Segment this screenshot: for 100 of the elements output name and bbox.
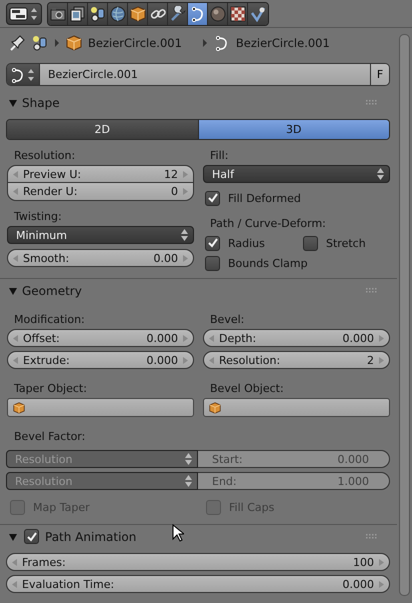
decrement-arrow-icon[interactable] [13, 356, 18, 364]
scrollbar-thumb[interactable] [399, 34, 410, 596]
separator-arrow-icon [54, 39, 60, 47]
number-field[interactable]: Smooth: 0.00 [7, 249, 194, 267]
mouse-cursor-icon [172, 524, 184, 542]
number-field[interactable]: Depth: 0.000 [203, 329, 390, 347]
checkbox[interactable] [205, 256, 220, 270]
curve-data-name: BezierCircle.001 [236, 36, 330, 50]
section-label: Bevel: [209, 312, 246, 328]
checker-icon [230, 6, 246, 22]
context-tab[interactable] [188, 2, 208, 24]
twisting-dropdown[interactable]: Minimum [7, 226, 194, 244]
increment-arrow-icon[interactable] [379, 356, 384, 364]
increment-arrow-icon[interactable] [183, 334, 188, 342]
camera-icon [50, 6, 66, 22]
fill-dropdown[interactable]: Half [203, 165, 390, 183]
checkbox[interactable] [303, 236, 318, 250]
checkbox[interactable] [24, 529, 39, 544]
up-down-arrows-icon [377, 168, 384, 180]
number-field[interactable]: Render U: 0 [7, 183, 194, 201]
decrement-arrow-icon[interactable] [13, 334, 18, 342]
number-field[interactable]: Extrude: 0.000 [7, 351, 194, 369]
panel-title[interactable]: Path Animation [45, 530, 362, 544]
section-label: Path / Curve-Deform: [209, 216, 327, 232]
increment-arrow-icon[interactable] [183, 254, 188, 262]
checkbox[interactable] [205, 190, 220, 206]
datablock-name-field[interactable]: BezierCircle.001 [39, 64, 370, 85]
up-down-arrows-icon [185, 453, 192, 465]
panel-title[interactable]: Shape [22, 96, 362, 110]
curve-icon [190, 6, 206, 22]
dimension-toggle[interactable]: 2D [7, 120, 198, 139]
cube-icon [13, 402, 25, 414]
object-field[interactable] [7, 398, 194, 417]
context-tab[interactable] [148, 2, 168, 24]
panel-title[interactable]: Geometry [22, 284, 362, 298]
decrement-arrow-icon[interactable] [12, 558, 17, 566]
decrement-arrow-icon[interactable] [13, 170, 18, 178]
decrement-arrow-icon[interactable] [13, 254, 18, 262]
context-tab[interactable] [228, 2, 248, 24]
curve-icon [10, 66, 36, 82]
pin-icon[interactable] [8, 34, 26, 52]
number-field[interactable]: Resolution: 2 [203, 351, 390, 369]
section-label: Twisting: [13, 209, 63, 225]
checkbox-label: Stretch [326, 236, 366, 250]
section-label: Modification: [13, 312, 86, 328]
curve-icon [214, 35, 230, 51]
number-field[interactable]: Evaluation Time: 0.000 [6, 575, 390, 593]
up-down-arrows-icon [181, 229, 188, 241]
checkbox-label: Map Taper [33, 500, 90, 514]
context-tab[interactable] [248, 2, 268, 24]
number-field[interactable]: Preview U: 12 [7, 165, 194, 183]
grip-icon[interactable] [366, 288, 378, 294]
increment-arrow-icon[interactable] [183, 170, 188, 178]
separator-arrow-icon [202, 39, 208, 47]
section-label: Taper Object: [13, 381, 88, 397]
cube-icon [66, 35, 82, 51]
increment-arrow-icon[interactable] [379, 334, 384, 342]
context-tab[interactable] [88, 2, 108, 24]
increment-arrow-icon[interactable] [379, 580, 384, 588]
increment-arrow-icon[interactable] [183, 356, 188, 364]
up-down-arrows-icon [185, 475, 192, 487]
checkbox-label: Radius [228, 236, 265, 250]
expand-icon[interactable] [8, 286, 18, 296]
editor-type-button[interactable] [6, 2, 42, 24]
context-tab[interactable] [168, 2, 188, 24]
expand-icon[interactable] [8, 532, 18, 542]
decrement-arrow-icon[interactable] [209, 334, 214, 342]
cube-icon [209, 402, 221, 414]
context-tab[interactable] [68, 2, 88, 24]
section-label: Fill: [209, 148, 230, 164]
shapes-icon [90, 6, 106, 22]
grip-icon[interactable] [366, 100, 378, 106]
fake-user-button[interactable]: F [370, 64, 389, 85]
editor-type-icon [9, 6, 39, 22]
expand-icon[interactable] [8, 98, 18, 108]
checkbox-label: Fill Deformed [228, 192, 301, 204]
grip-icon[interactable] [366, 534, 378, 540]
increment-arrow-icon[interactable] [379, 558, 384, 566]
checkbox[interactable] [205, 236, 220, 250]
object-field[interactable] [203, 398, 390, 417]
section-label: Bevel Factor: [13, 429, 86, 445]
dimension-toggle[interactable]: 3D [198, 120, 389, 139]
context-tab[interactable] [48, 2, 68, 24]
wrench-icon [170, 6, 186, 22]
number-field[interactable]: Frames: 100 [6, 553, 390, 571]
decrement-arrow-icon[interactable] [13, 188, 18, 195]
decrement-arrow-icon[interactable] [209, 356, 214, 364]
number-field[interactable]: Offset: 0.000 [7, 329, 194, 347]
shapes-icon [32, 35, 48, 51]
sphere-icon [210, 6, 226, 22]
context-tab[interactable] [108, 2, 128, 24]
increment-arrow-icon[interactable] [183, 188, 188, 195]
context-tab[interactable] [128, 2, 148, 24]
context-tab[interactable] [208, 2, 228, 24]
photos-icon [70, 6, 86, 22]
decrement-arrow-icon[interactable] [12, 580, 17, 588]
section-label: Resolution: [13, 148, 76, 164]
checkmark-dot-icon [250, 6, 266, 22]
object-name: BezierCircle.001 [88, 36, 182, 50]
datablock-browse-button[interactable] [7, 64, 39, 85]
